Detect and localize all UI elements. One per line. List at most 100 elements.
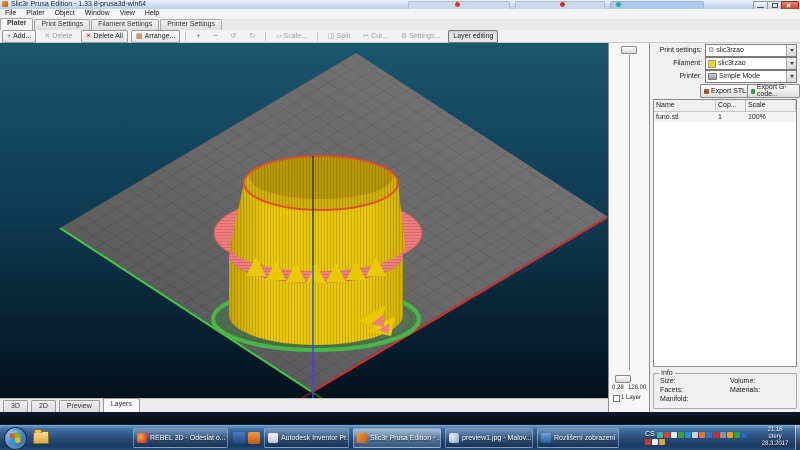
main-tab-bar: Plater Print Settings Filament Settings … bbox=[0, 19, 800, 30]
tab-filament-settings[interactable]: Filament Settings bbox=[91, 19, 159, 30]
start-button[interactable] bbox=[4, 427, 27, 450]
plater-3d-viewport[interactable] bbox=[0, 43, 608, 398]
filament-combo[interactable]: slic3rzao bbox=[705, 57, 797, 70]
layer-slider-upper-handle[interactable] bbox=[621, 46, 637, 54]
window-title: Slic3r Prusa Edition - 1.33.8-prusa3d-wi… bbox=[11, 0, 146, 9]
fewer-copies-icon: − bbox=[213, 33, 217, 40]
delete-all-button[interactable]: ✕ Delete All bbox=[81, 30, 128, 43]
view-tab-preview[interactable]: Preview bbox=[59, 400, 100, 412]
plater-3d-scene[interactable] bbox=[0, 43, 608, 398]
menu-view[interactable]: View bbox=[115, 9, 140, 19]
background-favicon bbox=[455, 2, 460, 7]
split-button[interactable]: ◫ Split bbox=[323, 30, 355, 43]
tray-icon[interactable] bbox=[692, 432, 698, 438]
object-list[interactable]: Name Cop... Scale funo.stl 1 100% bbox=[653, 99, 797, 367]
pinned-app-icon[interactable] bbox=[233, 432, 245, 444]
slic3r-icon bbox=[357, 433, 367, 443]
settings-button[interactable]: ⚙ Settings... bbox=[396, 30, 445, 43]
taskbar-clock[interactable]: 21:16 úterý 28.3.2017 bbox=[755, 427, 795, 449]
tray-icon[interactable] bbox=[645, 439, 651, 445]
export-stl-icon bbox=[704, 89, 709, 94]
scale-button[interactable]: ▱ Scale... bbox=[271, 30, 312, 43]
tray-icon[interactable] bbox=[671, 432, 677, 438]
tray-icon[interactable] bbox=[685, 432, 691, 438]
column-scale[interactable]: Scale bbox=[746, 100, 796, 111]
tray-icon[interactable] bbox=[727, 432, 733, 438]
print-settings-row: Print settings: ⚙ slic3rzao bbox=[650, 44, 800, 57]
info-title: Info bbox=[659, 370, 675, 377]
arrange-icon: ▦ bbox=[136, 33, 143, 40]
column-copies[interactable]: Cop... bbox=[716, 100, 746, 111]
rotate-cw-button[interactable]: ↻ bbox=[244, 30, 260, 43]
tray-icon[interactable] bbox=[713, 432, 719, 438]
tray-icon[interactable] bbox=[652, 439, 658, 445]
layer-slider-lower-handle[interactable] bbox=[615, 375, 631, 383]
tab-print-settings[interactable]: Print Settings bbox=[34, 19, 90, 30]
toolbar: + Add... ✕ Delete ✕ Delete All ▦ Arrange… bbox=[0, 30, 800, 43]
tray-icon[interactable] bbox=[720, 432, 726, 438]
add-icon: + bbox=[7, 33, 11, 40]
taskbar-button-paint[interactable]: preview1.jpg - Malov... bbox=[445, 428, 533, 448]
view-tab-3d[interactable]: 3D bbox=[3, 400, 28, 412]
printer-combo[interactable]: Simple Mode bbox=[705, 70, 797, 83]
tab-plater[interactable]: Plater bbox=[0, 18, 33, 30]
tray-icon[interactable] bbox=[741, 432, 747, 438]
delete-button[interactable]: ✕ Delete bbox=[39, 30, 77, 43]
taskbar-button-slic3r[interactable]: Slic3r Prusa Edition - ... bbox=[353, 428, 441, 448]
view-tab-2d[interactable]: 2D bbox=[31, 400, 56, 412]
chevron-down-icon[interactable] bbox=[786, 45, 796, 56]
main-area: 3D 2D Preview Layers 0.28 128.00 1 Layer… bbox=[0, 43, 800, 412]
desktop bbox=[0, 412, 800, 424]
language-indicator[interactable]: CS bbox=[645, 431, 655, 438]
rotate-ccw-button[interactable]: ↺ bbox=[226, 30, 242, 43]
cut-button[interactable]: ✂ Cut... bbox=[358, 30, 393, 43]
add-button[interactable]: + Add... bbox=[2, 30, 36, 43]
background-favicon bbox=[560, 2, 565, 7]
tab-printer-settings[interactable]: Printer Settings bbox=[160, 19, 222, 30]
tray-icon[interactable] bbox=[657, 432, 663, 438]
view-tab-layers[interactable]: Layers bbox=[103, 398, 140, 412]
monitor-icon bbox=[541, 433, 551, 443]
column-name[interactable]: Name bbox=[654, 100, 716, 111]
background-favicon bbox=[616, 2, 621, 7]
one-layer-checkbox[interactable] bbox=[613, 395, 620, 402]
show-desktop-button[interactable] bbox=[795, 425, 800, 450]
tray-icon[interactable] bbox=[706, 432, 712, 438]
layer-editing-button[interactable]: Layer editing bbox=[448, 30, 498, 43]
taskbar-button-display-settings[interactable]: Rozlišení zobrazení bbox=[537, 428, 619, 448]
tray-icon[interactable] bbox=[734, 432, 740, 438]
printer-label: Printer: bbox=[650, 73, 705, 80]
print-settings-combo[interactable]: ⚙ slic3rzao bbox=[705, 44, 797, 57]
menu-object[interactable]: Object bbox=[50, 9, 80, 19]
layer-slider-low-value: 0.28 bbox=[612, 385, 624, 391]
taskbar-button-rebel3d[interactable]: REBEL 3D - Odeslat o... bbox=[133, 428, 228, 448]
windows-logo-icon bbox=[9, 432, 20, 443]
tray-icon[interactable] bbox=[699, 432, 705, 438]
system-tray: CS bbox=[645, 427, 753, 449]
clock-date: 28.3.2017 bbox=[755, 441, 795, 448]
gear-icon: ⚙ bbox=[708, 47, 714, 54]
fewer-copies-button[interactable]: − bbox=[208, 30, 222, 43]
layer-slider-track[interactable] bbox=[629, 55, 630, 370]
clock-time: 21:16 bbox=[755, 427, 795, 434]
table-row[interactable]: funo.stl 1 100% bbox=[654, 112, 796, 122]
export-gcode-button[interactable]: Export G-code... bbox=[747, 84, 800, 98]
tray-icon[interactable] bbox=[664, 432, 670, 438]
toolbar-separator bbox=[317, 32, 318, 41]
info-materials-label: Materials: bbox=[730, 387, 760, 394]
tray-icon[interactable] bbox=[678, 432, 684, 438]
menu-help[interactable]: Help bbox=[140, 9, 164, 19]
taskbar-button-inventor[interactable]: Autodesk Inventor Pr... bbox=[264, 428, 349, 448]
chevron-down-icon[interactable] bbox=[786, 71, 796, 82]
arrange-button[interactable]: ▦ Arrange... bbox=[131, 30, 180, 43]
taskbar: REBEL 3D - Odeslat o... Autodesk Invento… bbox=[0, 424, 800, 450]
explorer-icon[interactable] bbox=[33, 431, 49, 444]
chevron-down-icon[interactable] bbox=[786, 58, 796, 69]
menu-window[interactable]: Window bbox=[80, 9, 115, 19]
toolbar-separator bbox=[185, 32, 186, 41]
tray-icon[interactable] bbox=[659, 439, 665, 445]
delete-all-icon: ✕ bbox=[86, 33, 92, 40]
toolbar-separator bbox=[265, 32, 266, 41]
pinned-app-icon[interactable] bbox=[248, 432, 260, 444]
more-copies-button[interactable]: + bbox=[191, 30, 205, 43]
